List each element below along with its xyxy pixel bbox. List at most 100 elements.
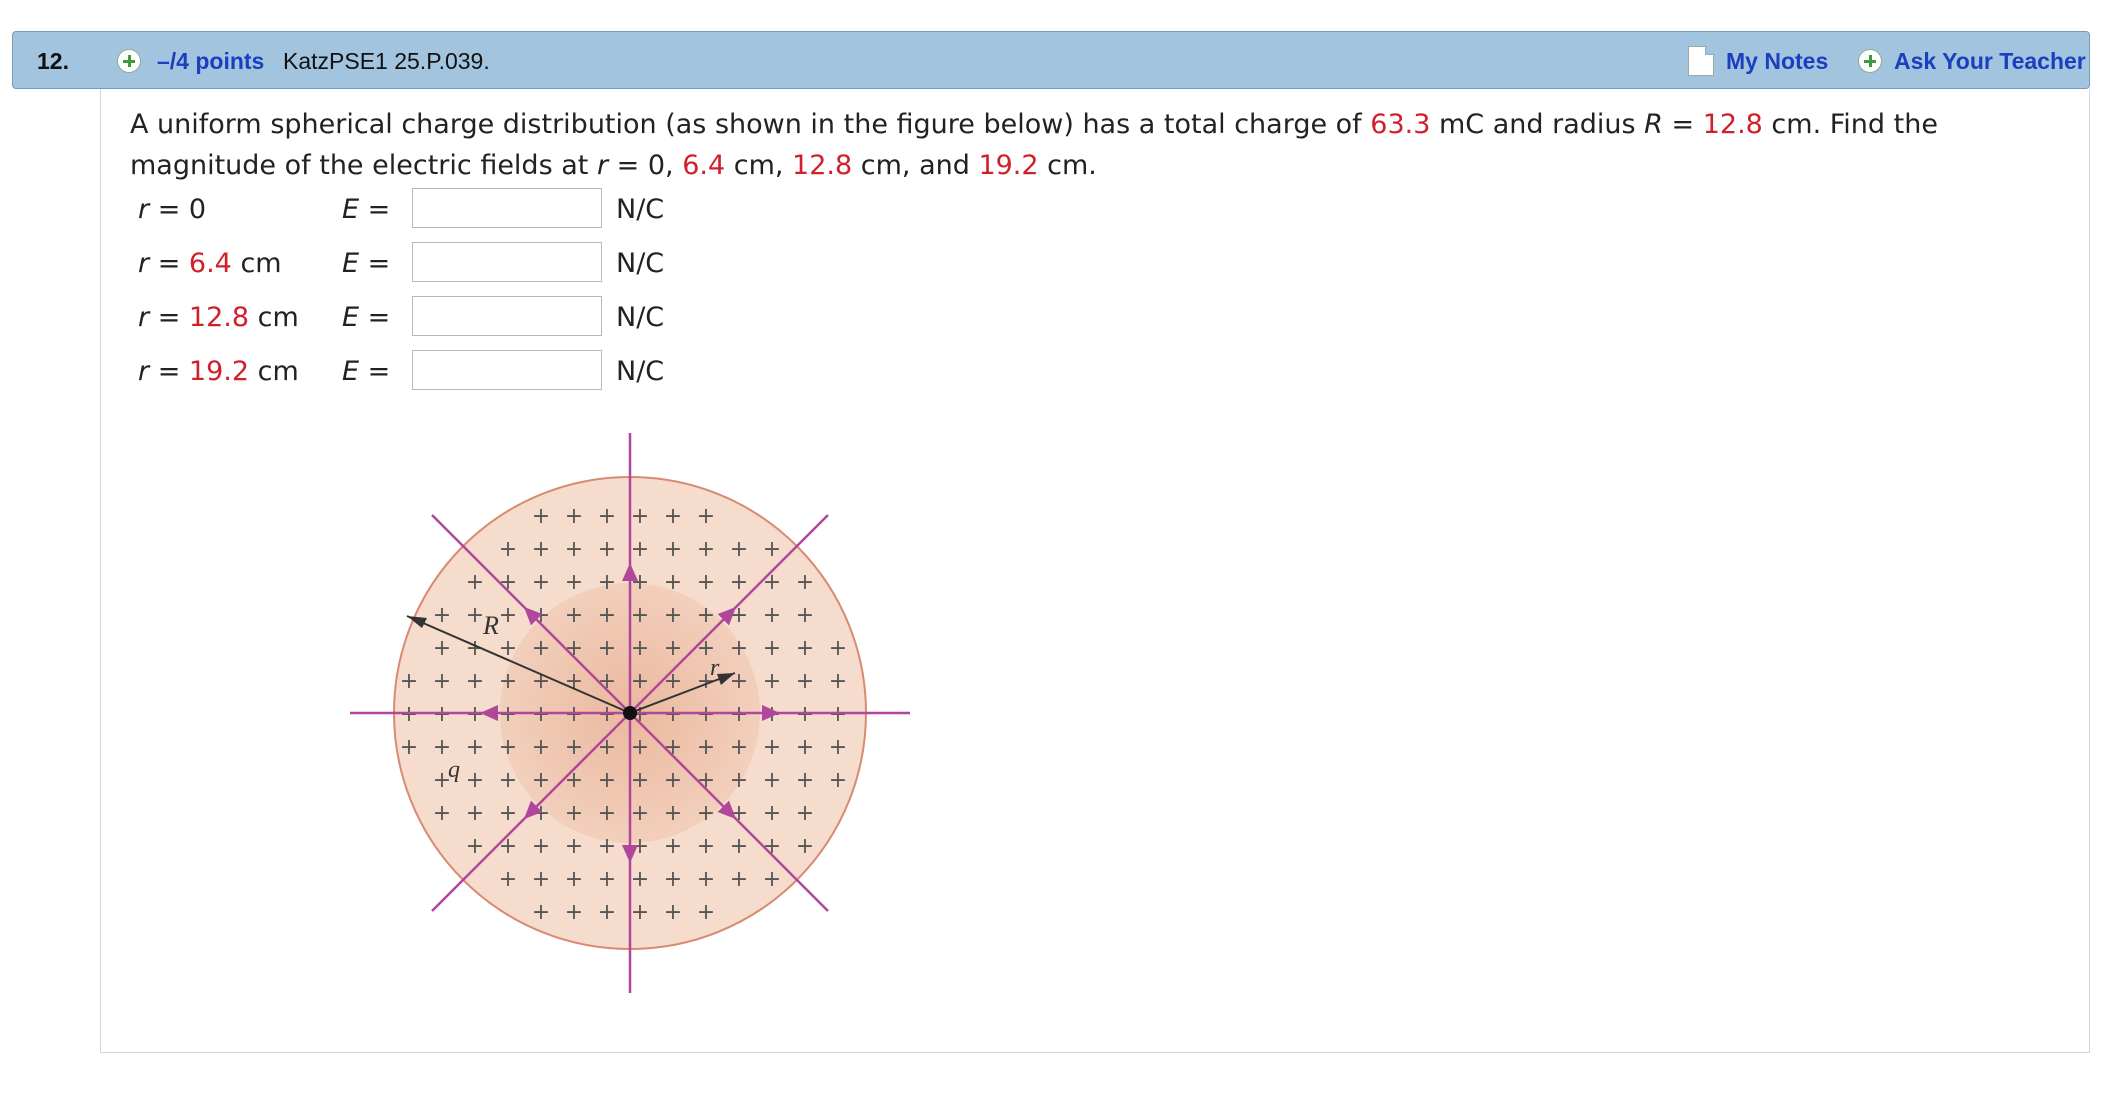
plus-charge-mark: +: [532, 669, 550, 694]
points-link[interactable]: –/4 points: [157, 48, 264, 75]
plus-charge-mark: +: [565, 504, 583, 529]
plus-charge-mark: +: [664, 768, 682, 793]
plus-charge-mark: +: [631, 669, 649, 694]
unit-label: N/C: [616, 194, 665, 225]
question-header: 12. –/4 points KatzPSE1 25.P.039. My Not…: [12, 31, 2090, 89]
unit-label: N/C: [616, 356, 665, 387]
plus-charge-mark: +: [664, 504, 682, 529]
ask-teacher-link[interactable]: Ask Your Teacher: [1894, 48, 2086, 75]
plus-charge-mark: +: [631, 801, 649, 826]
plus-charge-mark: +: [763, 570, 781, 595]
plus-charge-mark: +: [433, 669, 451, 694]
plus-charge-mark: +: [664, 669, 682, 694]
plus-charge-mark: +: [730, 834, 748, 859]
plus-charge-mark: +: [466, 603, 484, 628]
unit-label: N/C: [616, 248, 665, 279]
answer-input-r0[interactable]: [412, 188, 602, 228]
plus-charge-mark: +: [532, 900, 550, 925]
plus-charge-mark: +: [730, 867, 748, 892]
question-id: KatzPSE1 25.P.039.: [283, 48, 490, 74]
plus-charge-mark: +: [829, 735, 847, 760]
plus-charge-mark: +: [664, 867, 682, 892]
answer-input-r12-8[interactable]: [412, 296, 602, 336]
plus-charge-mark: +: [499, 702, 517, 727]
plus-charge-mark: +: [565, 834, 583, 859]
plus-charge-mark: +: [532, 735, 550, 760]
plus-charge-mark: +: [466, 570, 484, 595]
plus-charge-mark: +: [631, 867, 649, 892]
plus-charge-mark: +: [532, 834, 550, 859]
plus-charge-mark: +: [829, 702, 847, 727]
plus-charge-mark: +: [631, 504, 649, 529]
plus-charge-mark: +: [598, 867, 616, 892]
plus-charge-mark: +: [565, 537, 583, 562]
plus-charge-mark: +: [730, 570, 748, 595]
plus-charge-mark: +: [697, 570, 715, 595]
plus-charge-mark: +: [565, 570, 583, 595]
plus-charge-mark: +: [697, 504, 715, 529]
plus-charge-mark: +: [664, 702, 682, 727]
plus-charge-mark: +: [664, 801, 682, 826]
plus-charge-mark: +: [499, 603, 517, 628]
plus-charge-mark: +: [466, 801, 484, 826]
question-number: 12.: [37, 48, 69, 74]
plus-charge-mark: +: [499, 768, 517, 793]
my-notes-link[interactable]: My Notes: [1726, 48, 1828, 75]
plus-charge-mark: +: [829, 768, 847, 793]
plus-charge-mark: +: [565, 603, 583, 628]
plus-charge-mark: +: [763, 537, 781, 562]
plus-charge-mark: +: [598, 801, 616, 826]
plus-charge-mark: +: [598, 735, 616, 760]
plus-charge-mark: +: [565, 867, 583, 892]
plus-charge-mark: +: [466, 669, 484, 694]
expand-plus-icon[interactable]: [117, 49, 141, 73]
plus-charge-mark: +: [400, 702, 418, 727]
plus-charge-mark: +: [829, 636, 847, 661]
plus-charge-mark: +: [565, 801, 583, 826]
plus-charge-mark: +: [796, 801, 814, 826]
plus-charge-mark: +: [697, 735, 715, 760]
plus-charge-mark: +: [532, 537, 550, 562]
plus-charge-mark: +: [796, 669, 814, 694]
plus-charge-mark: +: [796, 735, 814, 760]
plus-charge-mark: +: [433, 801, 451, 826]
plus-charge-mark: +: [565, 669, 583, 694]
plus-charge-mark: +: [697, 834, 715, 859]
plus-charge-mark: +: [499, 867, 517, 892]
plus-charge-mark: +: [697, 900, 715, 925]
plus-charge-mark: +: [400, 735, 418, 760]
plus-charge-mark: +: [829, 669, 847, 694]
answer-input-r6-4[interactable]: [412, 242, 602, 282]
plus-charge-mark: +: [532, 768, 550, 793]
plus-charge-mark: +: [763, 801, 781, 826]
plus-charge-mark: +: [763, 669, 781, 694]
plus-charge-mark: +: [664, 603, 682, 628]
plus-charge-mark: +: [565, 900, 583, 925]
note-icon[interactable]: [1688, 46, 1714, 76]
plus-charge-mark: +: [697, 867, 715, 892]
plus-charge-mark: +: [433, 702, 451, 727]
plus-charge-mark: +: [433, 636, 451, 661]
plus-charge-mark: +: [796, 603, 814, 628]
plus-charge-mark: +: [631, 900, 649, 925]
unit-label: N/C: [616, 302, 665, 333]
plus-charge-mark: +: [532, 504, 550, 529]
plus-charge-mark: +: [598, 603, 616, 628]
plus-charge-mark: +: [598, 537, 616, 562]
plus-charge-mark: +: [499, 834, 517, 859]
plus-charge-mark: +: [730, 636, 748, 661]
answer-input-r19-2[interactable]: [412, 350, 602, 390]
plus-charge-mark: +: [499, 537, 517, 562]
plus-charge-mark: +: [433, 603, 451, 628]
label-q: q: [448, 757, 460, 783]
label-R: R: [482, 611, 499, 640]
label-r: r: [710, 655, 720, 681]
plus-charge-mark: +: [697, 537, 715, 562]
ask-teacher-plus-icon[interactable]: [1858, 49, 1882, 73]
plus-charge-mark: +: [631, 735, 649, 760]
plus-charge-mark: +: [631, 768, 649, 793]
plus-charge-mark: +: [664, 900, 682, 925]
plus-charge-mark: +: [532, 702, 550, 727]
plus-charge-mark: +: [697, 702, 715, 727]
plus-charge-mark: +: [499, 801, 517, 826]
